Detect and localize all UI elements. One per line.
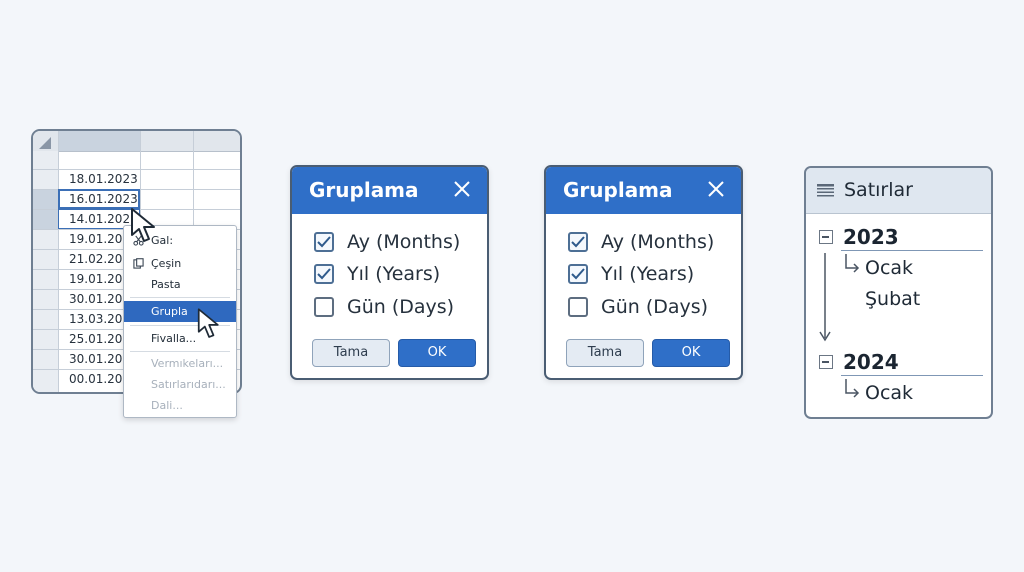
menu-item-label: Grupla: [151, 305, 188, 318]
checkmark-icon: [317, 236, 331, 248]
group-month[interactable]: Ocak: [865, 382, 913, 404]
dialog-header: Gruplama: [292, 167, 487, 214]
group-month[interactable]: Şubat: [865, 288, 920, 310]
active-cell-outline: [58, 189, 140, 209]
dialog-header: Gruplama: [546, 167, 741, 214]
menu-item-paste[interactable]: Pasta: [124, 274, 236, 295]
option-label: Yıl (Years): [347, 263, 441, 285]
menu-item-label: Pasta: [151, 278, 181, 291]
row-header-selected[interactable]: [33, 209, 58, 229]
checkbox-checked[interactable]: [314, 264, 334, 284]
paste-icon: [133, 258, 144, 269]
mouse-cursor-icon: [131, 208, 155, 242]
column-header-bar: [33, 131, 240, 152]
column-header-a[interactable]: [58, 131, 141, 151]
cancel-button[interactable]: Tama: [312, 339, 390, 367]
grouping-dialog: Gruplama Ay (Months) Yıl (Years) Gün (Da…: [290, 165, 489, 380]
option-label: Ay (Months): [347, 231, 461, 253]
group-year[interactable]: 2023: [843, 225, 899, 249]
option-label: Ay (Months): [601, 231, 715, 253]
dialog-title: Gruplama: [563, 178, 673, 202]
date-cell[interactable]: 18.01.2023: [69, 169, 149, 189]
ok-button[interactable]: OK: [652, 339, 730, 367]
menu-item-copy[interactable]: Çeşin: [124, 253, 236, 274]
menu-item-disabled: Satırlarıdarı...: [124, 374, 236, 395]
menu-item-label: Çeşin: [151, 257, 182, 270]
group-year[interactable]: 2024: [843, 350, 899, 374]
mouse-cursor-icon: [197, 308, 219, 338]
menu-item-label: Dali...: [151, 399, 183, 412]
menu-item-label: Fivalla...: [151, 332, 197, 345]
ok-button[interactable]: OK: [398, 339, 476, 367]
checkmark-icon: [571, 268, 585, 280]
menu-item-label: Satırlarıdarı...: [151, 378, 226, 391]
grouping-dialog: Gruplama Ay (Months) Yıl (Years) Gün (Da…: [544, 165, 743, 380]
cancel-button[interactable]: Tama: [566, 339, 644, 367]
option-label: Gün (Days): [601, 296, 709, 318]
close-icon[interactable]: [451, 178, 473, 200]
group-month[interactable]: Ocak: [865, 257, 913, 279]
checkbox-checked[interactable]: [568, 232, 588, 252]
menu-item-label: Vermıkeları...: [151, 357, 224, 370]
option-label: Gün (Days): [347, 296, 455, 318]
checkbox-checked[interactable]: [314, 232, 334, 252]
checkmark-icon: [317, 268, 331, 280]
select-all-corner[interactable]: [39, 137, 51, 149]
checkbox-checked[interactable]: [568, 264, 588, 284]
row-header-selected[interactable]: [33, 189, 58, 209]
checkmark-icon: [571, 236, 585, 248]
dialog-title: Gruplama: [309, 178, 419, 202]
checkbox-unchecked[interactable]: [568, 297, 588, 317]
option-label: Yıl (Years): [601, 263, 695, 285]
menu-item-disabled: Vermıkeları...: [124, 353, 236, 374]
collapse-toggle-icon[interactable]: [819, 230, 833, 244]
checkbox-unchecked[interactable]: [314, 297, 334, 317]
collapse-toggle-icon[interactable]: [819, 355, 833, 369]
row-header-bar: [33, 151, 58, 392]
close-icon[interactable]: [705, 178, 727, 200]
menu-item-disabled: Dali...: [124, 395, 236, 416]
rows-panel: Satırlar 2023 Ocak Şubat 2024 Ocak: [804, 166, 993, 419]
